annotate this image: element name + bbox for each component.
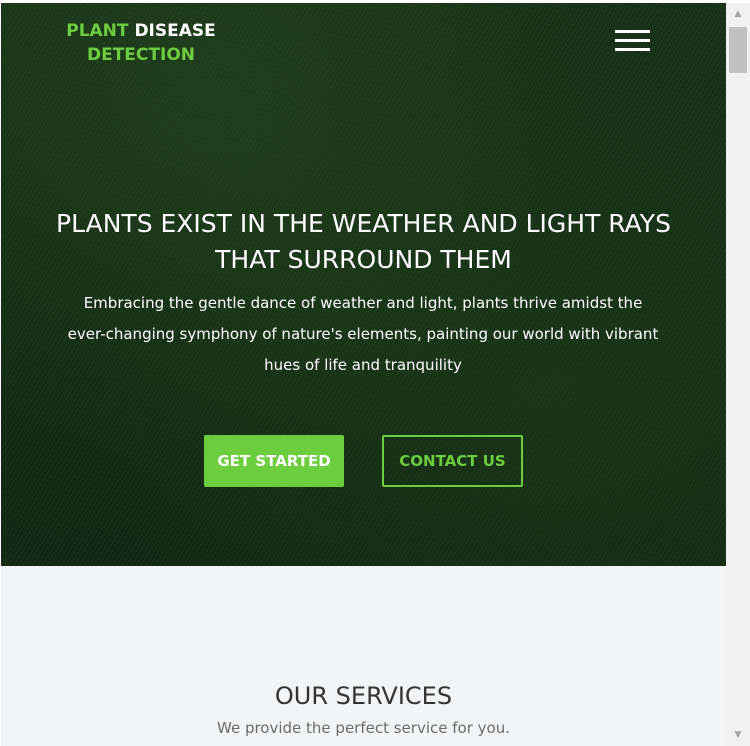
logo-word-disease: DISEASE: [134, 21, 216, 41]
scrollbar-thumb[interactable]: [729, 27, 747, 73]
hamburger-bar: [615, 39, 650, 42]
hamburger-bar: [615, 30, 650, 33]
hamburger-bar: [615, 48, 650, 51]
page-scrollbar[interactable]: ▲ ▼: [726, 3, 750, 746]
hero-background: [1, 3, 726, 566]
hero-section: PLANT DISEASE DETECTION PLANTS EXIST IN …: [1, 3, 726, 566]
browser-viewport: PLANT DISEASE DETECTION PLANTS EXIST IN …: [0, 0, 750, 746]
hero-title-line-2: THAT SURROUND THEM: [215, 245, 512, 274]
chevron-down-icon[interactable]: ▼: [726, 724, 750, 746]
hero-title-line-1: PLANTS EXIST IN THE WEATHER AND LIGHT RA…: [56, 209, 671, 238]
site-logo[interactable]: PLANT DISEASE DETECTION: [61, 19, 221, 67]
logo-word-plant: PLANT: [66, 21, 129, 41]
services-section: OUR SERVICES We provide the perfect serv…: [1, 566, 726, 746]
services-title: OUR SERVICES: [274, 682, 453, 710]
logo-line-1: PLANT DISEASE: [61, 19, 221, 43]
services-subtitle: We provide the perfect service for you.: [217, 719, 510, 737]
chevron-up-icon[interactable]: ▲: [726, 3, 750, 25]
get-started-button[interactable]: GET STARTED: [204, 435, 344, 487]
contact-us-button[interactable]: CONTACT US: [382, 435, 523, 487]
hero-description: Embracing the gentle dance of weather an…: [67, 294, 659, 374]
hero-title: PLANTS EXIST IN THE WEATHER AND LIGHT RA…: [41, 206, 686, 278]
page: PLANT DISEASE DETECTION PLANTS EXIST IN …: [1, 3, 726, 746]
hamburger-menu-icon[interactable]: [615, 30, 650, 54]
logo-word-detection: DETECTION: [86, 45, 195, 65]
